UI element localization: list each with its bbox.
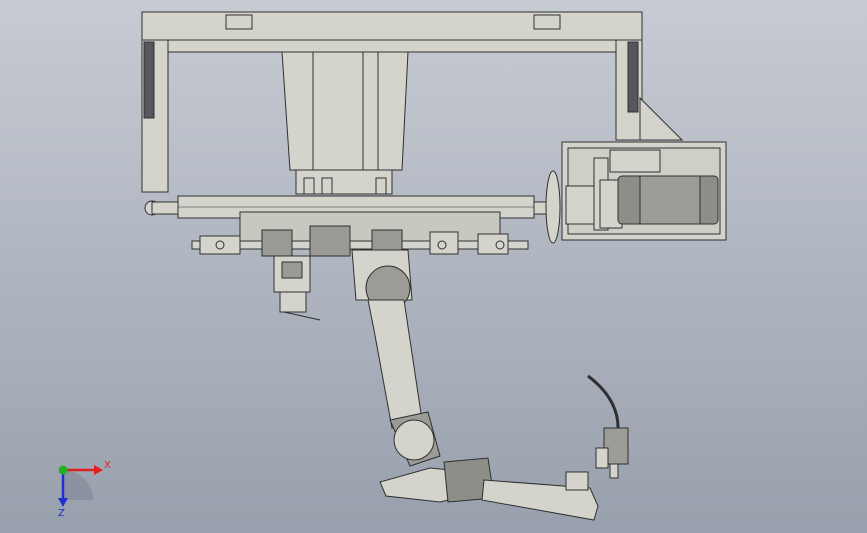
welding-robot-gantry-model[interactable] bbox=[0, 0, 867, 533]
welding-torch[interactable] bbox=[587, 374, 629, 479]
x-axis-head bbox=[94, 465, 103, 475]
rail-carriage-assembly[interactable] bbox=[191, 211, 529, 257]
robot-arm[interactable] bbox=[351, 249, 599, 521]
x-axis-label: X bbox=[104, 460, 111, 471]
orientation-triad: X Z bbox=[58, 460, 111, 518]
z-axis-head bbox=[58, 498, 68, 507]
z-axis-label: Z bbox=[58, 508, 65, 518]
carriage-housing[interactable] bbox=[281, 51, 409, 195]
motor-unit-box[interactable] bbox=[545, 141, 727, 244]
hanging-tool-holder[interactable] bbox=[273, 255, 321, 321]
y-axis-dot bbox=[58, 465, 68, 475]
triad-shadow-wedge bbox=[63, 470, 93, 500]
cad-viewport[interactable]: X Z bbox=[0, 0, 867, 533]
